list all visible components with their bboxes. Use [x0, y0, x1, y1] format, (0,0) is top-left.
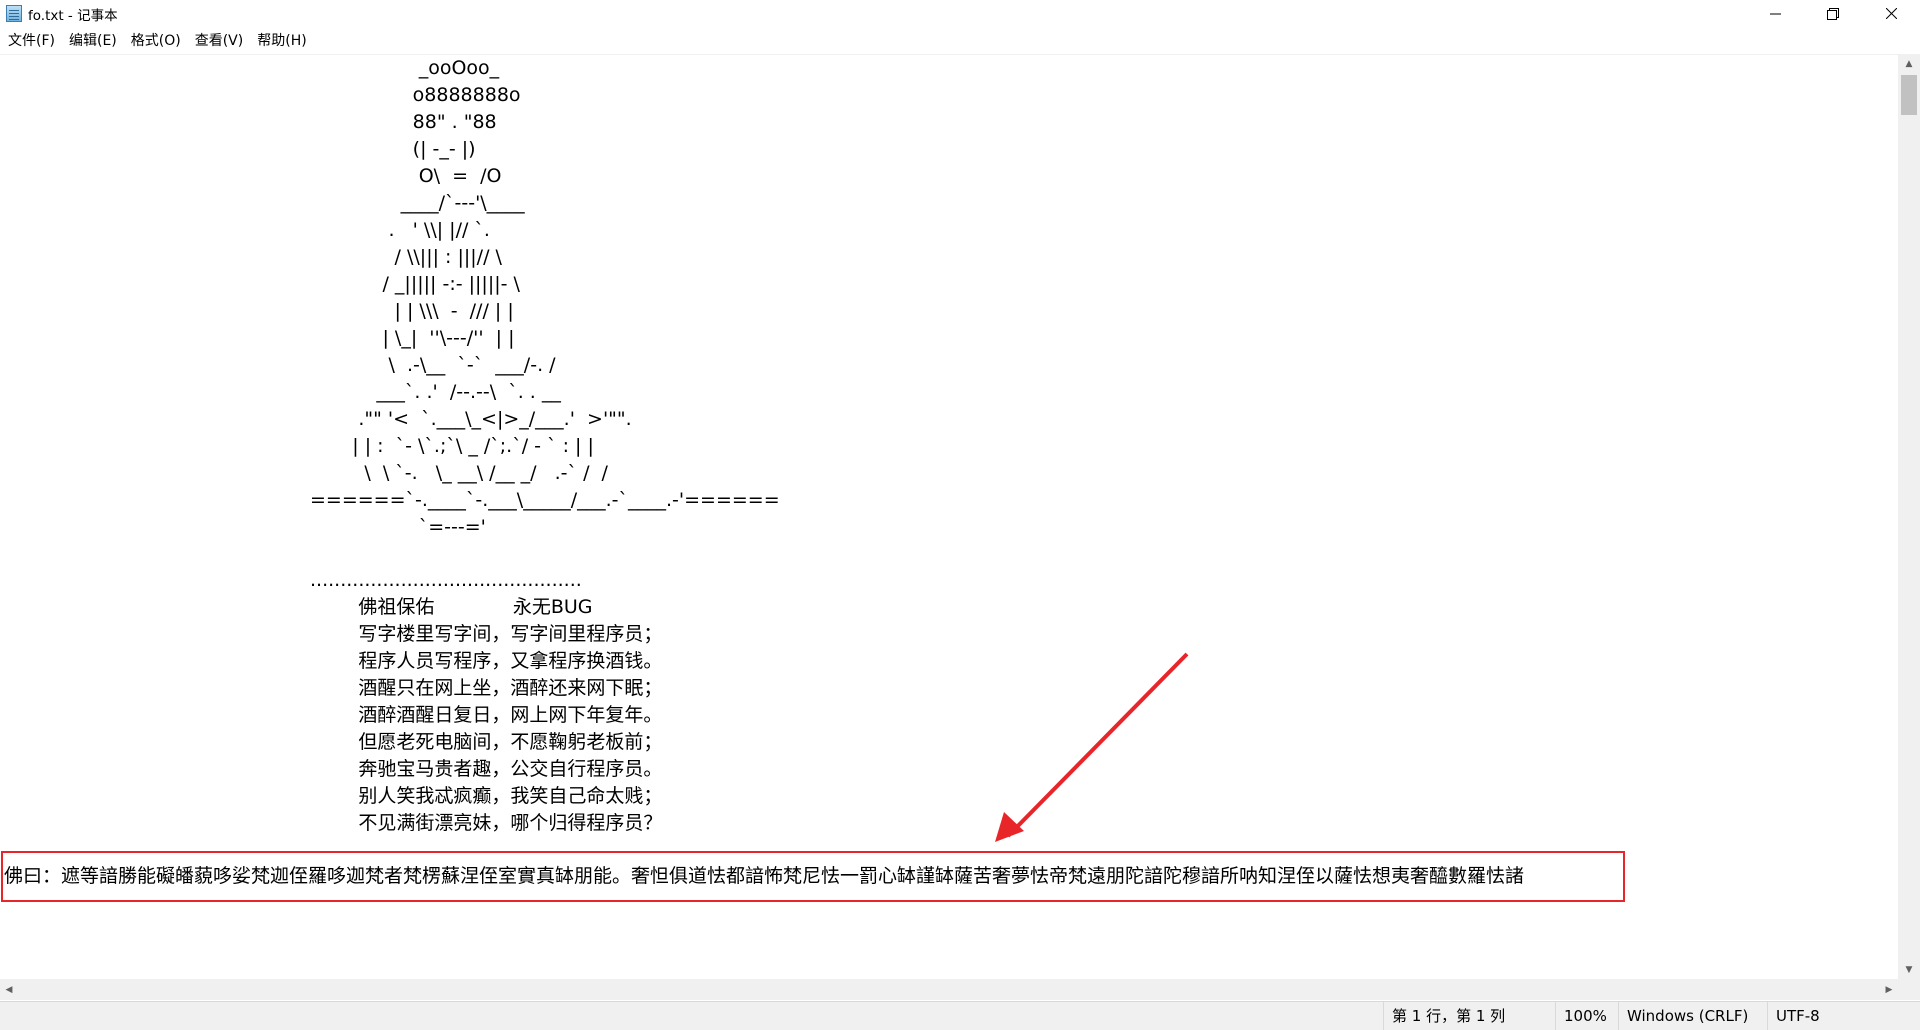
menu-file[interactable]: 文件(F)	[0, 29, 61, 53]
text-line: ======`-.____`-.___\_____/___.-`____.-'=…	[310, 489, 780, 511]
close-button[interactable]	[1862, 0, 1920, 27]
text-line: 写字楼里写字间，写字间里程序员；	[310, 623, 663, 645]
text-editor[interactable]: _ooOoo_ o8888888o 88" . "88 (| -_- |) O\…	[0, 55, 1898, 979]
scrollbar-corner	[1898, 979, 1920, 1000]
text-line: | \_| ''\---/'' | |	[310, 327, 515, 349]
text-line: 但愿老死电脑间，不愿鞠躬老板前；	[310, 731, 663, 753]
text-line: 88" . "88	[310, 111, 497, 133]
encoding: UTF-8	[1767, 1002, 1920, 1030]
text-line: | | \\\ - /// | |	[310, 300, 514, 322]
window-controls	[1746, 0, 1920, 27]
scroll-up-icon[interactable]: ▲	[1898, 55, 1920, 73]
window-title: fo.txt - 记事本	[28, 7, 118, 24]
text-line: `=---='	[310, 516, 486, 538]
text-line: 程序人员写程序，又拿程序换酒钱。	[310, 650, 663, 672]
text-line: 酒醒只在网上坐，酒醉还来网下眠；	[310, 677, 663, 699]
scroll-left-icon[interactable]: ◀	[0, 979, 18, 1000]
text-line: _ooOoo_	[310, 57, 500, 79]
scroll-down-icon[interactable]: ▼	[1898, 961, 1920, 979]
text-line: / _||||| -:- |||||- \	[310, 273, 520, 295]
menu-view[interactable]: 查看(V)	[187, 29, 250, 53]
notepad-icon	[6, 5, 22, 22]
zoom-level: 100%	[1555, 1002, 1625, 1030]
text-line: 别人笑我忒疯癫，我笑自己命太贱；	[310, 785, 663, 807]
vertical-scroll-thumb[interactable]	[1901, 75, 1917, 115]
text-line: o8888888o	[310, 84, 521, 106]
text-line: / \\||| : |||// \	[310, 246, 502, 268]
menu-help[interactable]: 帮助(H)	[249, 29, 312, 53]
scroll-right-icon[interactable]: ▶	[1880, 979, 1898, 1000]
line-ending: Windows (CRLF)	[1618, 1002, 1768, 1030]
text-line: 佛祖保佑 永无BUG	[310, 596, 593, 618]
minimize-icon	[1769, 13, 1781, 15]
text-line: \ \ `-. \_ __\ /__ _/ .-` / /	[310, 462, 608, 484]
text-line: ___`. .' /--.--\ `. . __	[310, 381, 561, 403]
text-line: ."" '< `.___\_<|>_/___.' >'"".	[310, 408, 632, 430]
text-line: . ' \\| |// `.	[310, 219, 490, 241]
close-icon	[1885, 8, 1897, 19]
highlighted-text-line: 佛曰：遮等諳勝能礙皤藐哆娑梵迦侄羅哆迦梵者梵楞蘇涅侄室實真缽朋能。奢怛俱道怯都諳…	[4, 865, 1525, 887]
menu-edit[interactable]: 编辑(E)	[61, 29, 123, 53]
text-line: \ .-\__ `-` ___/-. /	[310, 354, 556, 376]
vertical-scrollbar[interactable]: ▲ ▼	[1898, 55, 1920, 979]
text-line: 不见满街漂亮妹，哪个归得程序员？	[310, 812, 663, 834]
horizontal-scrollbar[interactable]: ◀ ▶	[0, 979, 1898, 1000]
status-bar: 第 1 行，第 1 列 100% Windows (CRLF) UTF-8	[0, 1001, 1920, 1030]
text-line: 奔驰宝马贵者趣，公交自行程序员。	[310, 758, 663, 780]
text-line: ____/`---'\____	[310, 192, 525, 214]
menu-format[interactable]: 格式(O)	[123, 29, 187, 53]
cursor-position: 第 1 行，第 1 列	[1383, 1002, 1563, 1030]
restore-button[interactable]	[1804, 0, 1862, 27]
text-line: 酒醉酒醒日复日，网上网下年复年。	[310, 704, 663, 726]
title-bar: fo.txt - 记事本	[0, 0, 1920, 27]
dotted-divider-line: ........................................…	[310, 569, 582, 591]
restore-icon	[1827, 7, 1839, 20]
text-line: (| -_- |)	[310, 138, 476, 160]
text-line: O\ = /O	[310, 165, 502, 187]
menu-bar: 文件(F) 编辑(E) 格式(O) 查看(V) 帮助(H)	[0, 29, 1920, 53]
minimize-button[interactable]	[1746, 0, 1804, 27]
text-line: | | : `- \`.;`\ _ /`;.`/ - ` : | |	[310, 435, 594, 457]
